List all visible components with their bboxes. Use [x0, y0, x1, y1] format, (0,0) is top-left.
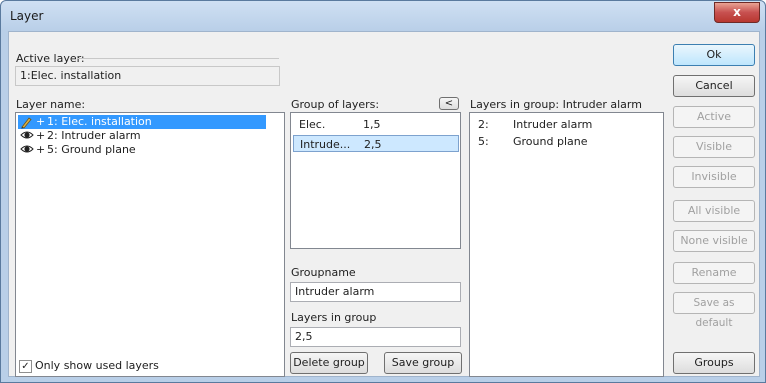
group-layers-cell: 1,5 — [363, 118, 381, 131]
active-layer-separator — [77, 58, 279, 59]
layer-name-cell: Intruder alarm — [513, 118, 593, 131]
layer-name-cell: Ground plane — [513, 135, 588, 148]
eye-icon — [20, 130, 34, 140]
all-visible-button[interactable]: All visible — [673, 200, 755, 222]
save-as-default-button[interactable]: Save as default — [673, 292, 755, 329]
cancel-button[interactable]: Cancel — [673, 75, 755, 97]
layer-item-label: 5: Ground plane — [47, 143, 136, 156]
group-list-item[interactable]: Elec. 1,5 — [293, 116, 459, 133]
layers-in-group-list[interactable]: 2: Intruder alarm 5: Ground plane — [469, 112, 664, 377]
layer-number-cell: 2: — [478, 118, 489, 131]
layer-name-label: Layer name: — [16, 98, 86, 111]
save-group-button[interactable]: Save group — [384, 352, 462, 374]
visible-button[interactable]: Visible — [673, 136, 755, 158]
group-list-item[interactable]: Intrude... 2,5 — [293, 135, 459, 152]
layer-dialog: Layer x Active layer: 1:Elec. installati… — [0, 0, 766, 383]
expand-icon[interactable]: + — [36, 129, 45, 143]
group-layers-cell: 2,5 — [364, 138, 382, 151]
delete-group-button[interactable]: Delete group — [290, 352, 368, 374]
rename-button[interactable]: Rename — [673, 262, 755, 284]
group-name-cell: Elec. — [299, 118, 326, 131]
groupname-label: Groupname — [291, 266, 356, 279]
only-show-used-label[interactable]: Only show used layers — [35, 359, 159, 372]
group-of-layers-list[interactable]: Elec. 1,5 Intrude... 2,5 — [290, 112, 461, 249]
group-name-cell: Intrude... — [300, 138, 351, 151]
checkmark-icon: ✓ — [21, 361, 30, 372]
close-button[interactable]: x — [714, 2, 760, 23]
expand-icon[interactable]: + — [36, 115, 45, 129]
invisible-button[interactable]: Invisible — [673, 166, 755, 188]
layer-name-list[interactable]: +1: Elec. installation +2: Intruder alarm… — [15, 112, 285, 377]
layers-in-group-field-label: Layers in group — [291, 311, 377, 324]
eye-icon — [20, 144, 34, 154]
layer-item-label: 2: Intruder alarm — [47, 129, 141, 142]
groupname-input[interactable]: Intruder alarm — [290, 282, 461, 302]
expand-icon[interactable]: + — [36, 143, 45, 157]
chevron-left-icon: < — [444, 98, 454, 109]
layers-in-group-item[interactable]: 5: Ground plane — [472, 133, 662, 150]
title-bar[interactable]: Layer x — [1, 1, 765, 31]
layer-number-cell: 5: — [478, 135, 489, 148]
only-show-used-checkbox[interactable]: ✓ — [19, 360, 32, 373]
groups-button[interactable]: Groups — [673, 352, 755, 374]
layer-item-label: 1: Elec. installation — [47, 115, 152, 128]
none-visible-button[interactable]: None visible — [673, 230, 755, 252]
window-title: Layer — [10, 9, 44, 23]
dialog-client-area: Active layer: 1:Elec. installation Layer… — [8, 31, 760, 377]
layers-in-group-item[interactable]: 2: Intruder alarm — [472, 116, 662, 133]
layer-list-item[interactable]: +1: Elec. installation — [18, 115, 266, 129]
group-of-layers-label: Group of layers: — [291, 98, 380, 111]
layers-in-group-input[interactable]: 2,5 — [290, 327, 461, 347]
ok-button[interactable]: Ok — [673, 44, 755, 66]
active-layer-display: 1:Elec. installation — [15, 66, 280, 86]
active-layer-label: Active layer: — [16, 52, 85, 65]
close-icon: x — [733, 5, 741, 19]
layers-in-group-list-label: Layers in group: Intruder alarm — [470, 98, 642, 111]
layer-list-item[interactable]: +2: Intruder alarm — [18, 129, 266, 143]
pencil-icon — [20, 116, 32, 129]
move-to-group-button[interactable]: < — [439, 97, 459, 110]
layer-list-item[interactable]: +5: Ground plane — [18, 143, 266, 157]
active-button[interactable]: Active — [673, 106, 755, 128]
